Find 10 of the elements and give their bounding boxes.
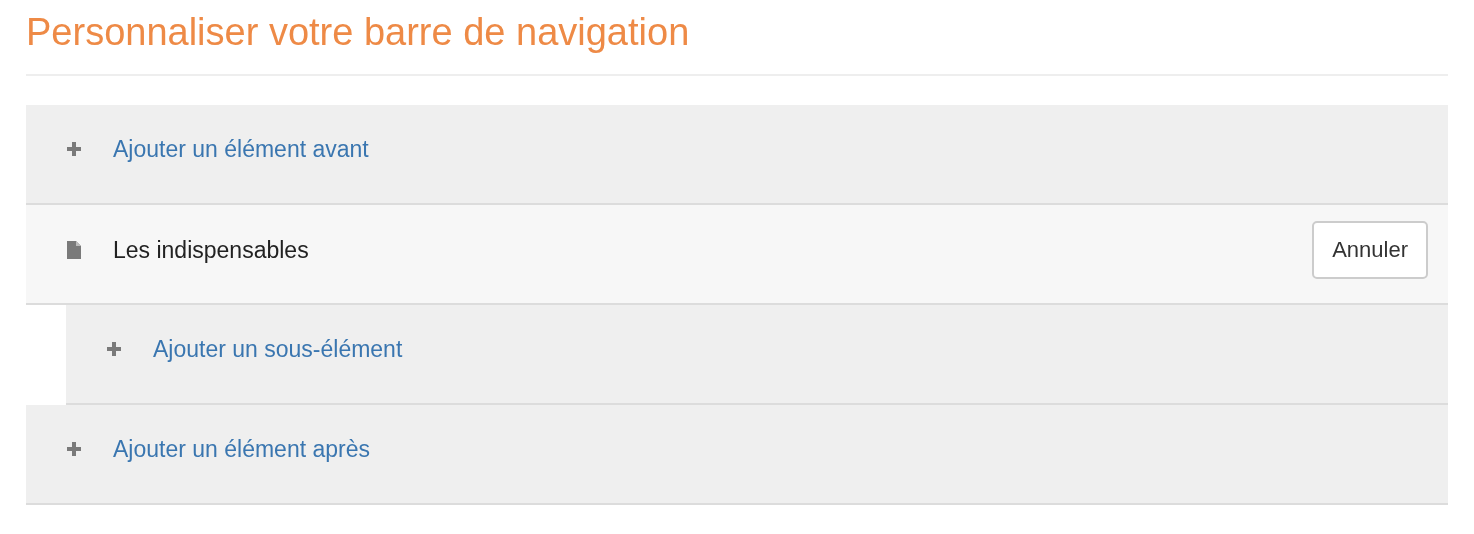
plus-icon [66,441,82,457]
add-item-link[interactable]: Ajouter un élément avant [113,135,369,163]
plus-icon [106,341,122,357]
page-title: Personnaliser votre barre de navigation [26,10,691,55]
menu-item-label: Les indispensables [113,236,309,264]
add-item-link[interactable]: Ajouter un élément après [113,435,370,463]
document-icon [67,241,81,259]
plus-icon [66,141,82,157]
cancel-button[interactable]: Annuler [1312,221,1428,279]
add-item-link[interactable]: Ajouter un sous-élément [153,335,403,363]
